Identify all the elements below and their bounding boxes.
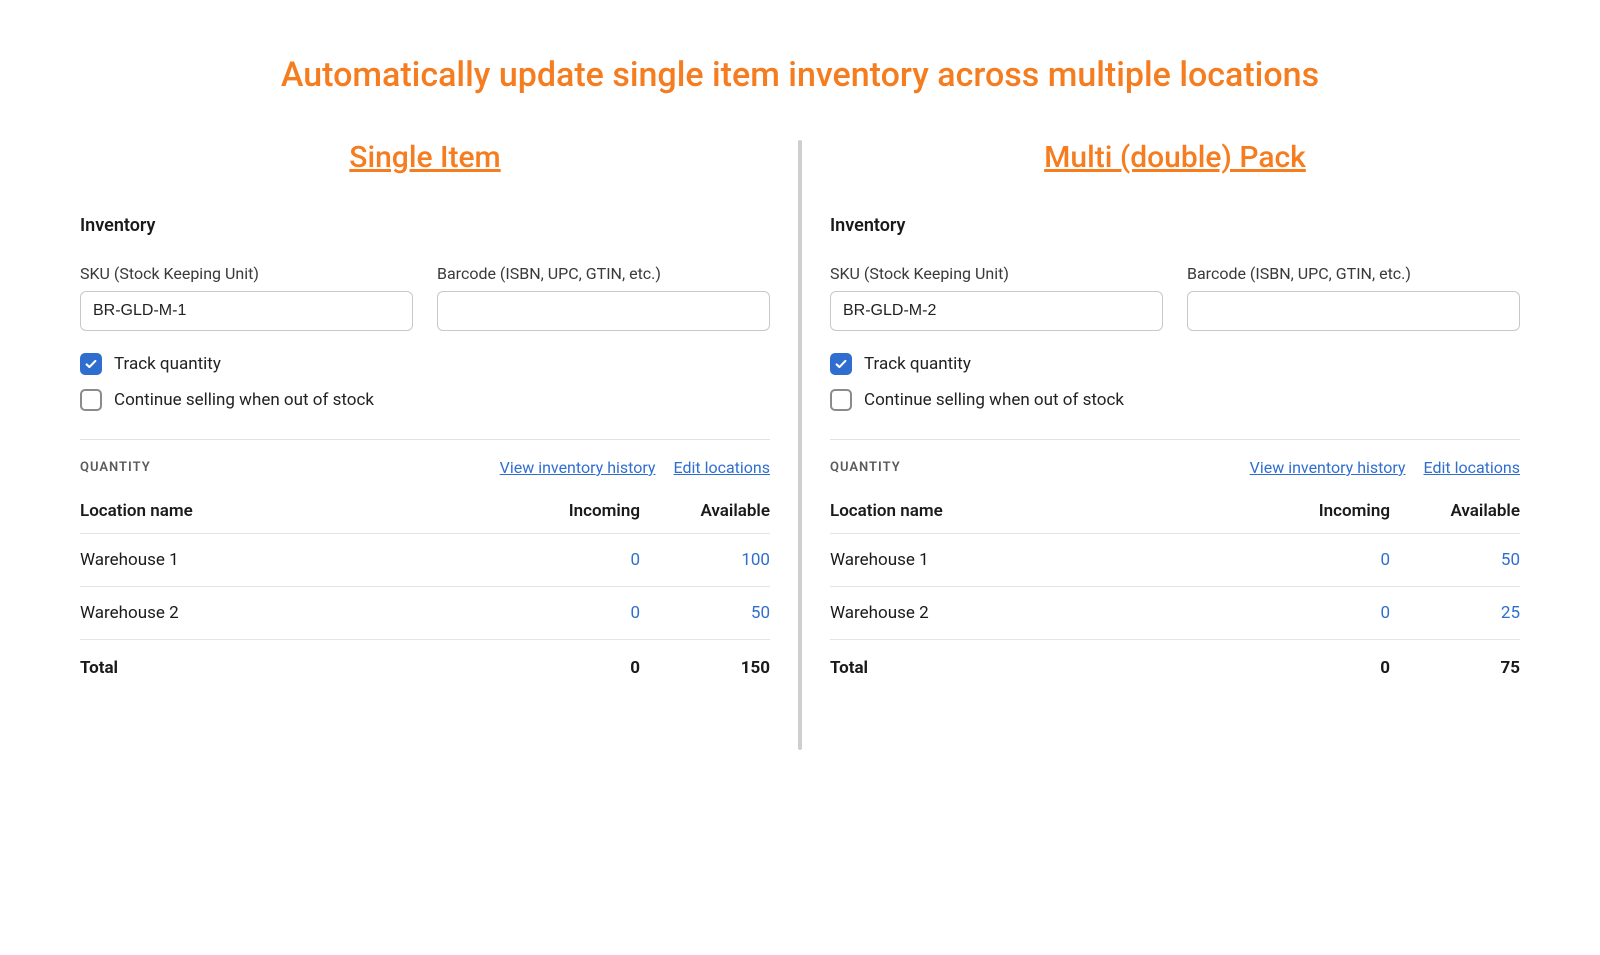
inventory-table: Location name Incoming Available Warehou… [830, 501, 1520, 678]
edit-locations-link[interactable]: Edit locations [674, 458, 771, 477]
quantity-heading: QUANTITY [80, 460, 151, 475]
location-cell: Warehouse 1 [80, 550, 510, 570]
location-cell: Warehouse 1 [830, 550, 1260, 570]
page-title: Automatically update single item invento… [0, 55, 1600, 95]
location-cell: Warehouse 2 [830, 603, 1260, 623]
inventory-table: Location name Incoming Available Warehou… [80, 501, 770, 678]
right-panel: Multi (double) Pack Inventory SKU (Stock… [820, 140, 1530, 750]
continue-selling-checkbox[interactable] [830, 389, 852, 411]
barcode-input[interactable] [1187, 291, 1520, 331]
available-cell[interactable]: 25 [1390, 603, 1520, 623]
incoming-cell[interactable]: 0 [510, 603, 640, 623]
continue-selling-checkbox[interactable] [80, 389, 102, 411]
sku-input[interactable] [80, 291, 413, 331]
columns: Single Item Inventory SKU (Stock Keeping… [0, 140, 1600, 750]
incoming-cell[interactable]: 0 [510, 550, 640, 570]
total-label: Total [830, 658, 1260, 678]
right-panel-title: Multi (double) Pack [830, 140, 1520, 175]
check-icon [84, 357, 98, 371]
table-row: Warehouse 2 0 25 [830, 587, 1520, 640]
col-available: Available [640, 501, 770, 521]
total-incoming: 0 [1260, 658, 1390, 678]
divider-line [830, 439, 1520, 440]
track-quantity-checkbox[interactable] [80, 353, 102, 375]
inventory-heading: Inventory [80, 215, 770, 236]
continue-selling-label: Continue selling when out of stock [864, 390, 1124, 410]
total-available: 150 [640, 658, 770, 678]
track-quantity-label: Track quantity [864, 354, 971, 374]
quantity-heading: QUANTITY [830, 460, 901, 475]
sku-label: SKU (Stock Keeping Unit) [830, 264, 1163, 283]
table-row: Warehouse 1 0 100 [80, 534, 770, 587]
available-cell[interactable]: 50 [640, 603, 770, 623]
left-panel-title: Single Item [80, 140, 770, 175]
location-cell: Warehouse 2 [80, 603, 510, 623]
table-header: Location name Incoming Available [830, 501, 1520, 534]
edit-locations-link[interactable]: Edit locations [1424, 458, 1521, 477]
col-available: Available [1390, 501, 1520, 521]
track-quantity-label: Track quantity [114, 354, 221, 374]
vertical-divider [798, 140, 802, 750]
left-panel: Single Item Inventory SKU (Stock Keeping… [70, 140, 780, 750]
view-inventory-history-link[interactable]: View inventory history [1250, 458, 1406, 477]
table-row: Warehouse 1 0 50 [830, 534, 1520, 587]
view-inventory-history-link[interactable]: View inventory history [500, 458, 656, 477]
continue-selling-label: Continue selling when out of stock [114, 390, 374, 410]
table-total-row: Total 0 75 [830, 640, 1520, 678]
track-quantity-checkbox[interactable] [830, 353, 852, 375]
table-total-row: Total 0 150 [80, 640, 770, 678]
incoming-cell[interactable]: 0 [1260, 550, 1390, 570]
barcode-label: Barcode (ISBN, UPC, GTIN, etc.) [1187, 264, 1520, 283]
sku-input[interactable] [830, 291, 1163, 331]
check-icon [834, 357, 848, 371]
inventory-heading: Inventory [830, 215, 1520, 236]
barcode-label: Barcode (ISBN, UPC, GTIN, etc.) [437, 264, 770, 283]
barcode-input[interactable] [437, 291, 770, 331]
total-available: 75 [1390, 658, 1520, 678]
table-row: Warehouse 2 0 50 [80, 587, 770, 640]
incoming-cell[interactable]: 0 [1260, 603, 1390, 623]
col-location: Location name [80, 501, 510, 521]
col-incoming: Incoming [510, 501, 640, 521]
col-incoming: Incoming [1260, 501, 1390, 521]
total-label: Total [80, 658, 510, 678]
available-cell[interactable]: 100 [640, 550, 770, 570]
divider-line [80, 439, 770, 440]
total-incoming: 0 [510, 658, 640, 678]
col-location: Location name [830, 501, 1260, 521]
table-header: Location name Incoming Available [80, 501, 770, 534]
sku-label: SKU (Stock Keeping Unit) [80, 264, 413, 283]
available-cell[interactable]: 50 [1390, 550, 1520, 570]
